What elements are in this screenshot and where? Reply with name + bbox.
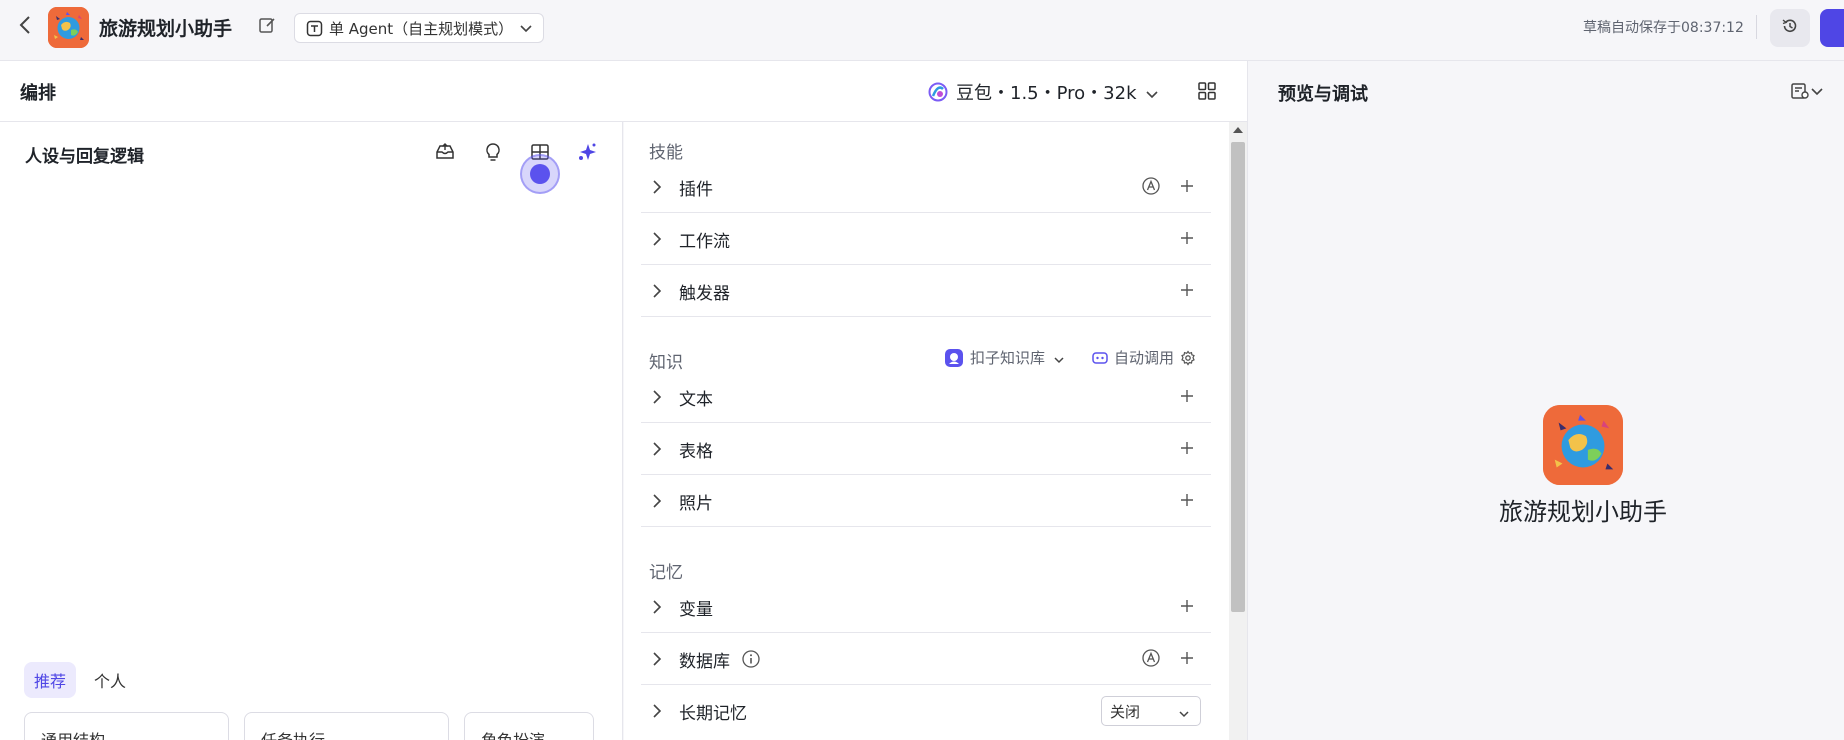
cursor-indicator [520,154,560,194]
chevron-down-icon [1145,85,1159,99]
chevron-right-icon[interactable] [651,389,665,405]
chevron-right-icon[interactable] [651,441,665,457]
long-term-memory-value: 关闭 [1110,703,1141,721]
chevron-down-icon [1810,84,1824,102]
preview-title: 预览与调试 [1278,84,1368,105]
top-bar: 旅游规划小助手 单 Agent（自主规划模式） 草稿自动保存于08:37:12 [0,0,1844,61]
section-memory-label: 记忆 [649,563,683,583]
memory-row-label: 变量 [679,600,713,620]
history-button[interactable] [1770,9,1810,47]
add-table-icon[interactable] [1179,440,1195,456]
knowledge-row-label: 表格 [679,442,713,462]
add-plugin-icon[interactable] [1179,178,1195,194]
doubao-logo-icon [928,82,948,102]
add-photo-icon[interactable] [1179,492,1195,508]
model-select[interactable]: 豆包・1.5・Pro・32k [928,79,1159,105]
history-icon [1781,17,1799,39]
agent-mode-icon [306,20,323,37]
compose-header: 编排 豆包・1.5・Pro・32k [0,61,1247,122]
preview-bot-avatar [1543,405,1623,485]
autosave-status: 草稿自动保存于08:37:12 [1583,20,1744,36]
tab-recommended[interactable]: 推荐 [24,662,77,698]
knowledge-row-photo[interactable]: 照片 [641,476,1211,527]
divider [1756,15,1757,39]
chevron-right-icon[interactable] [651,703,665,719]
edit-icon[interactable] [258,16,278,36]
preview-options-menu[interactable] [1790,81,1824,105]
add-database-icon[interactable] [1179,650,1195,666]
memory-row-long-term[interactable]: 长期记忆 关闭 [641,686,1211,737]
skill-row-workflow[interactable]: 工作流 [641,214,1211,265]
preview-panel: 预览与调试 旅游规划小助手 [1247,61,1844,740]
sparkle-ai-icon[interactable] [576,141,600,165]
preview-bot-name: 旅游规划小助手 [1499,498,1667,526]
add-variable-icon[interactable] [1179,598,1195,614]
add-workflow-icon[interactable] [1179,230,1195,246]
auto-call-label: 自动调用 [1114,349,1175,367]
publish-button[interactable] [1820,9,1844,47]
skill-row-label: 工作流 [679,232,730,252]
back-arrow-icon[interactable] [18,14,40,38]
skill-row-trigger[interactable]: 触发器 [641,266,1211,317]
skill-row-label: 触发器 [679,284,730,304]
memory-row-label: 长期记忆 [679,704,747,724]
agent-mode-select[interactable]: 单 Agent（自主规划模式） [294,13,544,43]
chevron-right-icon[interactable] [651,283,665,299]
knowledge-source-select[interactable]: 扣子知识库 [944,347,1065,368]
long-term-memory-select[interactable]: 关闭 [1101,696,1201,726]
chevron-right-icon[interactable] [651,231,665,247]
info-icon[interactable] [741,649,761,669]
memory-row-variable[interactable]: 变量 [641,582,1211,633]
auto-a-icon[interactable] [1141,176,1161,196]
bot-avatar[interactable] [48,7,89,48]
skill-row-plugin[interactable]: 插件 [641,162,1211,213]
chevron-right-icon[interactable] [651,493,665,509]
memory-row-label: 数据库 [679,652,730,672]
knowledge-row-text[interactable]: 文本 [641,372,1211,423]
upload-prompt-icon[interactable] [434,141,458,165]
chevron-down-icon [1178,706,1190,718]
chevron-right-icon[interactable] [651,179,665,195]
memory-row-database[interactable]: 数据库 [641,634,1211,685]
skills-panel: 技能 插件 工作流 触发器 知识 扣子知识库 自动调用 文本 表格 照片 记忆 … [624,122,1247,740]
auto-a-icon[interactable] [1141,648,1161,668]
knowledge-source-label: 扣子知识库 [970,349,1046,367]
persona-title: 人设与回复逻辑 [25,147,144,167]
knowledge-row-table[interactable]: 表格 [641,424,1211,475]
persona-panel: 人设与回复逻辑 推荐 个人 通用结构 任务执行 角色扮演 [0,122,623,740]
add-trigger-icon[interactable] [1179,282,1195,298]
knowledge-base-icon [944,348,964,368]
template-card[interactable]: 通用结构 [24,712,229,740]
chevron-right-icon[interactable] [651,651,665,667]
knowledge-row-label: 照片 [679,494,713,514]
compose-title: 编排 [20,83,56,104]
bot-title: 旅游规划小助手 [99,18,233,40]
lightbulb-icon[interactable] [482,141,506,165]
chevron-down-icon [1053,352,1065,364]
template-card[interactable]: 任务执行 [244,712,449,740]
auto-call-setting[interactable]: 自动调用 [1091,347,1196,368]
robot-icon [1091,349,1109,367]
skill-row-label: 插件 [679,180,713,200]
prompt-template-tabs: 推荐 个人 [24,662,136,698]
scroll-up-arrow-icon[interactable] [1233,127,1243,133]
gear-icon[interactable] [1180,349,1196,366]
template-card-list: 通用结构 任务执行 角色扮演 [24,712,594,740]
add-text-icon[interactable] [1179,388,1195,404]
tab-personal[interactable]: 个人 [84,662,136,698]
model-label: 豆包・1.5・Pro・32k [956,83,1137,104]
scrollbar-thumb[interactable] [1231,142,1245,612]
knowledge-row-label: 文本 [679,390,713,410]
layout-grid-icon[interactable] [1197,81,1217,101]
section-skills-label: 技能 [649,143,683,163]
debug-settings-icon [1790,81,1810,105]
chevron-right-icon[interactable] [651,599,665,615]
chevron-down-icon [519,21,533,35]
template-card[interactable]: 角色扮演 [464,712,594,740]
agent-mode-label: 单 Agent（自主规划模式） [329,19,514,38]
section-knowledge-label: 知识 [649,353,683,373]
